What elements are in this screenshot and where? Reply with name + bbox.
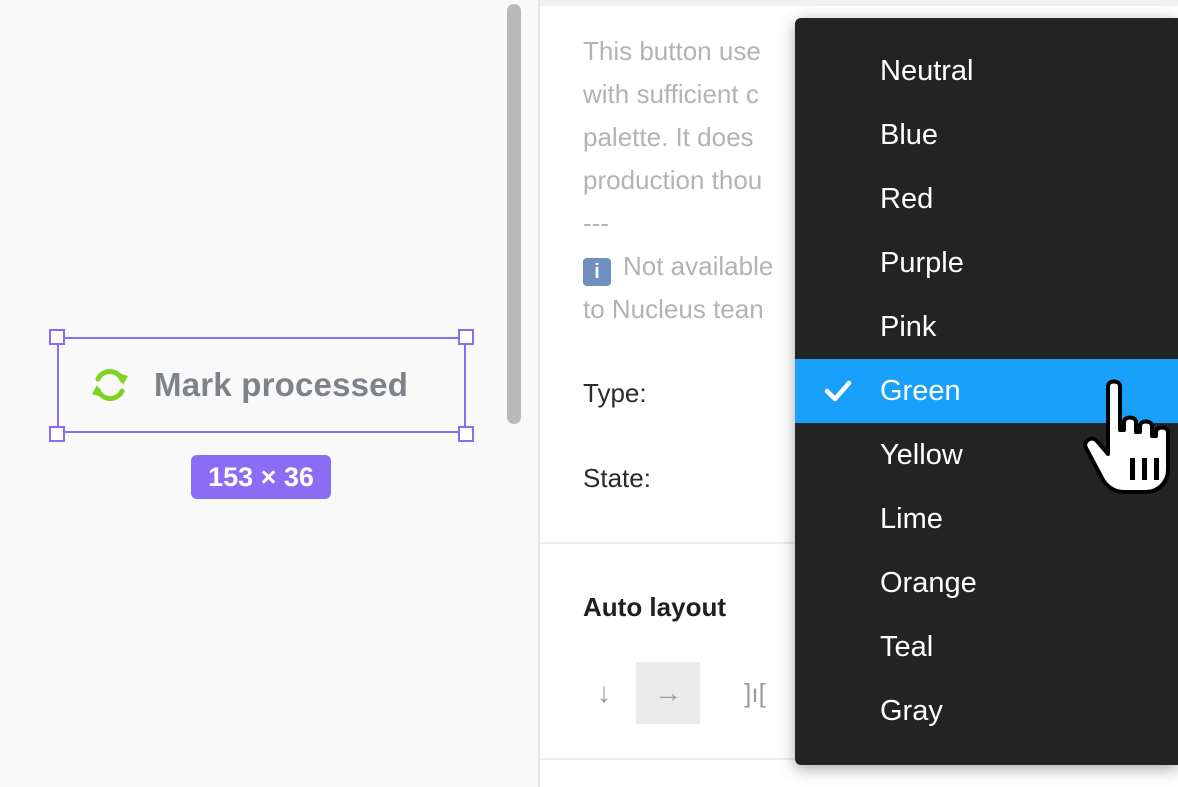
info-icon: i: [583, 258, 611, 286]
menu-item-label: Gray: [880, 695, 943, 727]
menu-item-label: Purple: [880, 247, 964, 279]
menu-item-label: Lime: [880, 503, 943, 535]
menu-item-red[interactable]: Red: [795, 167, 1178, 231]
panel-top-strip: [540, 0, 1178, 6]
menu-item-lime[interactable]: Lime: [795, 487, 1178, 551]
menu-item-label: Teal: [880, 631, 934, 663]
resize-handle-top-left[interactable]: [49, 329, 65, 345]
menu-item-label: Orange: [880, 567, 977, 599]
menu-item-pink[interactable]: Pink: [795, 295, 1178, 359]
menu-item-label: Green: [880, 375, 961, 407]
menu-item-orange[interactable]: Orange: [795, 551, 1178, 615]
state-label: State:: [583, 463, 651, 493]
mark-processed-button[interactable]: Mark processed: [88, 363, 408, 407]
mark-processed-label: Mark processed: [154, 366, 409, 403]
menu-item-label: Pink: [880, 311, 937, 343]
auto-layout-title: Auto layout: [583, 592, 726, 622]
spacing-between-icon[interactable]: ]ı[: [730, 662, 780, 724]
refresh-icon: [92, 369, 128, 401]
vertical-direction-button[interactable]: ↓: [584, 662, 624, 724]
menu-item-label: Blue: [880, 119, 939, 151]
menu-item-label: Neutral: [880, 55, 974, 87]
menu-item-purple[interactable]: Purple: [795, 231, 1178, 295]
pointer-hand-cursor-icon: [1083, 379, 1170, 494]
menu-item-gray[interactable]: Gray: [795, 679, 1178, 743]
resize-handle-bottom-left[interactable]: [49, 426, 65, 442]
menu-item-label: Red: [880, 183, 934, 215]
canvas-scrollbar[interactable]: [507, 4, 521, 424]
type-label: Type:: [583, 378, 647, 408]
menu-item-teal[interactable]: Teal: [795, 615, 1178, 679]
description-line: Not available: [623, 251, 774, 281]
horizontal-direction-button[interactable]: →: [636, 662, 700, 724]
menu-item-neutral[interactable]: Neutral: [795, 39, 1178, 103]
menu-item-label: Yellow: [880, 439, 963, 471]
resize-handle-bottom-right[interactable]: [458, 426, 474, 442]
resize-handle-top-right[interactable]: [458, 329, 474, 345]
menu-item-blue[interactable]: Blue: [795, 103, 1178, 167]
checkmark-icon: [824, 380, 852, 402]
design-canvas[interactable]: Mark processed 153 × 36: [0, 0, 538, 787]
size-badge: 153 × 36: [191, 455, 331, 499]
